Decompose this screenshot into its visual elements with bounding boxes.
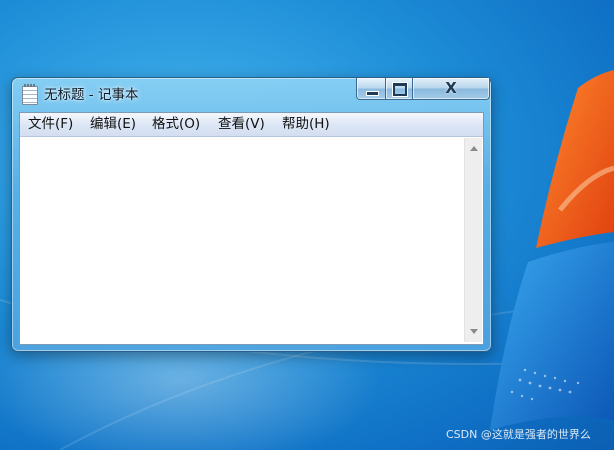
menu-help[interactable]: 帮助(H) — [282, 116, 330, 133]
vertical-scrollbar[interactable] — [464, 138, 482, 342]
minimize-icon — [366, 91, 379, 96]
menu-bar: 文件(F) 编辑(E) 格式(O) 查看(V) 帮助(H) — [20, 113, 483, 137]
scroll-down-arrow-icon[interactable] — [470, 329, 478, 334]
menu-format[interactable]: 格式(O) — [152, 116, 200, 133]
window-title: 无标题 - 记事本 — [44, 87, 139, 103]
text-editor[interactable] — [21, 138, 462, 342]
title-bar[interactable]: 无标题 - 记事本 X — [12, 78, 491, 110]
caption-buttons: X — [356, 78, 490, 100]
desktop: 无标题 - 记事本 X 文件(F) 编辑(E) 格式(O) 查看(V) 帮助(H… — [0, 0, 614, 450]
notepad-client-area: 文件(F) 编辑(E) 格式(O) 查看(V) 帮助(H) — [19, 112, 484, 345]
close-button[interactable]: X — [412, 78, 490, 100]
menu-file[interactable]: 文件(F) — [28, 116, 73, 133]
menu-view[interactable]: 查看(V) — [218, 116, 265, 133]
close-icon: X — [445, 79, 457, 97]
minimize-button[interactable] — [356, 78, 387, 100]
notepad-icon[interactable] — [22, 84, 38, 105]
maximize-button[interactable] — [385, 78, 414, 100]
maximize-icon — [393, 83, 407, 96]
watermark: CSDN @这就是强者的世界么 — [446, 428, 591, 441]
notepad-window[interactable]: 无标题 - 记事本 X 文件(F) 编辑(E) 格式(O) 查看(V) 帮助(H… — [11, 77, 492, 352]
scroll-up-arrow-icon[interactable] — [470, 146, 478, 151]
menu-edit[interactable]: 编辑(E) — [90, 116, 136, 133]
